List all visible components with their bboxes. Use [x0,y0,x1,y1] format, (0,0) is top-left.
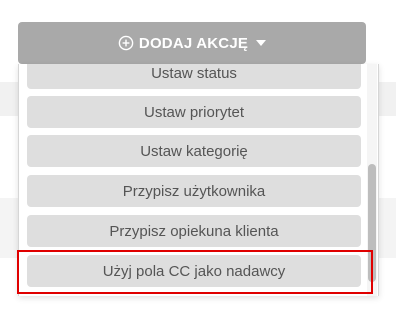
menu-item-set-priority[interactable]: Ustaw priorytet [27,96,361,128]
menu-item-assign-user[interactable]: Przypisz użytkownika [27,175,361,207]
menu-item-label: Przypisz użytkownika [122,182,266,200]
menu-item-label: Ustaw kategorię [140,142,248,160]
scrollbar-thumb[interactable] [368,164,376,282]
caret-down-icon [256,40,267,46]
menu-item-set-status[interactable]: Ustaw status [27,64,361,89]
menu-item-set-category[interactable]: Ustaw kategorię [27,135,361,167]
action-dropdown-menu: Ustaw status Ustaw priorytet Ustaw kateg… [18,64,379,296]
menu-item-label: Ustaw status [151,64,237,82]
page: DODAJ AKCJĘ Ustaw status Ustaw priorytet… [0,0,396,311]
dropdown-scrollbar[interactable] [367,64,377,296]
menu-item-label: Przypisz opiekuna klienta [109,222,279,240]
menu-item-assign-account-manager[interactable]: Przypisz opiekuna klienta [27,215,361,247]
menu-item-use-cc-as-sender[interactable]: Użyj pola CC jako nadawcy [27,255,361,287]
menu-item-label: Użyj pola CC jako nadawcy [102,262,286,280]
plus-circle-icon [118,35,134,51]
add-action-label: DODAJ AKCJĘ [138,34,249,52]
menu-item-label: Ustaw priorytet [143,103,245,121]
add-action-button[interactable]: DODAJ AKCJĘ [18,22,366,64]
